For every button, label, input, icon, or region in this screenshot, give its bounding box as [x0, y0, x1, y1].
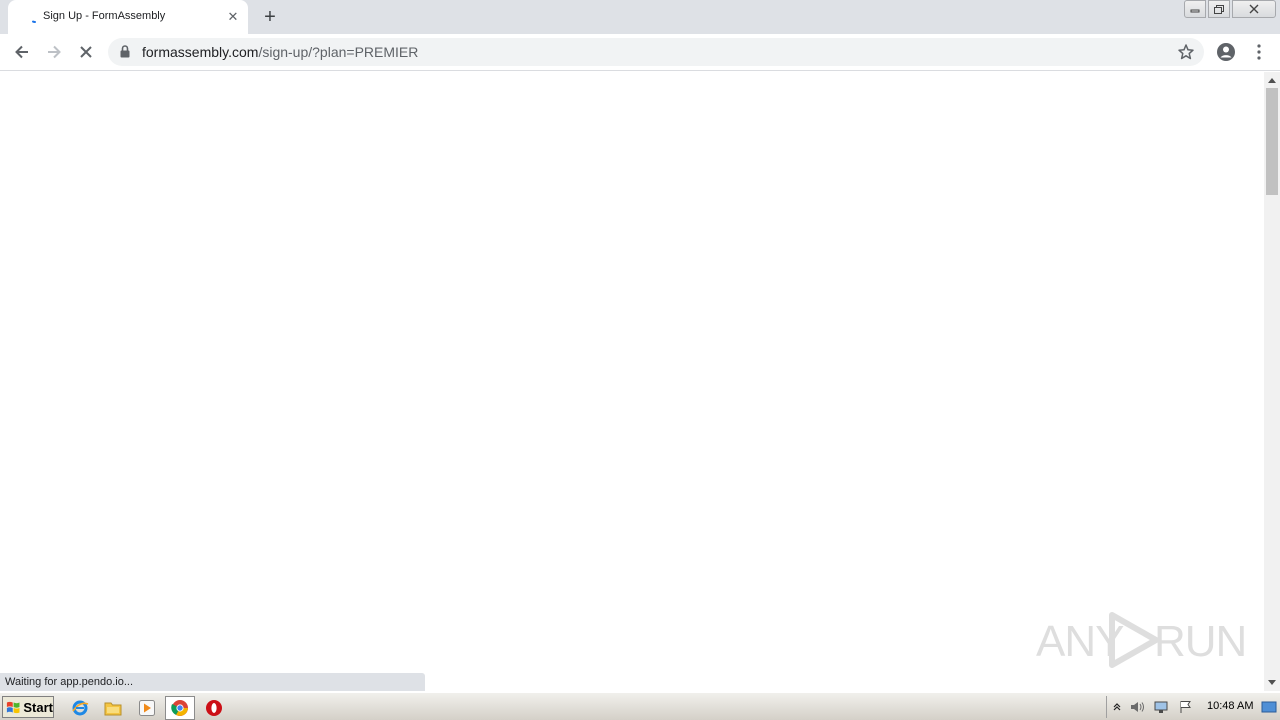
scroll-up-icon[interactable] [1264, 72, 1280, 88]
forward-button[interactable] [42, 40, 66, 64]
more-vert-icon [1257, 44, 1261, 60]
scrollbar-thumb[interactable] [1266, 88, 1278, 195]
close-icon [1249, 4, 1259, 14]
profile-button[interactable] [1214, 40, 1238, 64]
windows-logo-icon [6, 701, 20, 713]
new-tab-button[interactable]: + [259, 6, 281, 28]
taskbar-clock: 10:48 AM [1207, 700, 1254, 712]
volume-icon[interactable] [1129, 699, 1145, 715]
arrow-left-icon [15, 45, 28, 59]
minimize-icon [1190, 9, 1200, 13]
browser-toolbar: formassembly.com/sign-up/?plan=PREMIER [0, 34, 1280, 71]
tab-signup[interactable]: Sign Up - FormAssembly ✕ [8, 0, 248, 34]
internet-explorer-icon[interactable] [70, 698, 90, 718]
bookmark-star-icon[interactable] [1177, 43, 1195, 61]
tab-strip: Sign Up - FormAssembly ✕ + [0, 0, 1280, 34]
lock-icon [120, 45, 130, 58]
arrow-right-icon [48, 45, 61, 59]
vertical-scrollbar[interactable] [1264, 72, 1280, 691]
address-bar[interactable]: formassembly.com/sign-up/?plan=PREMIER [108, 38, 1204, 66]
restore-icon [1214, 5, 1224, 14]
account-circle-icon [1217, 43, 1235, 61]
menu-button[interactable] [1247, 40, 1271, 64]
window-close-button[interactable] [1232, 0, 1276, 18]
window-restore-button[interactable] [1208, 0, 1230, 18]
back-button[interactable] [10, 40, 34, 64]
start-label: Start [23, 699, 53, 715]
window-minimize-button[interactable] [1184, 0, 1206, 18]
anyrun-watermark: ANY RUN [1036, 605, 1247, 675]
media-player-icon[interactable] [137, 698, 157, 718]
tab-title: Sign Up - FormAssembly [43, 10, 166, 22]
scroll-down-icon[interactable] [1264, 675, 1280, 691]
loading-spinner-icon [32, 20, 36, 23]
url-text: formassembly.com/sign-up/?plan=PREMIER [142, 44, 418, 60]
network-icon[interactable] [1153, 699, 1169, 715]
start-button[interactable]: Start [2, 696, 54, 718]
stop-icon [80, 46, 92, 58]
system-tray: 10:48 AM [1106, 696, 1280, 718]
file-explorer-icon[interactable] [103, 698, 123, 718]
taskbar: Start 10:48 AM [0, 692, 1280, 720]
show-desktop-icon[interactable] [1261, 699, 1277, 715]
stop-loading-button[interactable] [74, 40, 98, 64]
chrome-icon[interactable] [165, 696, 195, 720]
page-viewport [0, 72, 1264, 691]
url-path: /sign-up/?plan=PREMIER [258, 44, 419, 60]
tab-close-icon[interactable]: ✕ [225, 9, 241, 25]
url-domain: formassembly.com [142, 44, 259, 60]
opera-icon[interactable] [204, 698, 224, 718]
tray-expand-icon[interactable] [1109, 699, 1125, 715]
watermark-text-right: RUN [1154, 617, 1247, 666]
status-bubble: Waiting for app.pendo.io... [0, 673, 425, 691]
action-center-flag-icon[interactable] [1177, 699, 1193, 715]
